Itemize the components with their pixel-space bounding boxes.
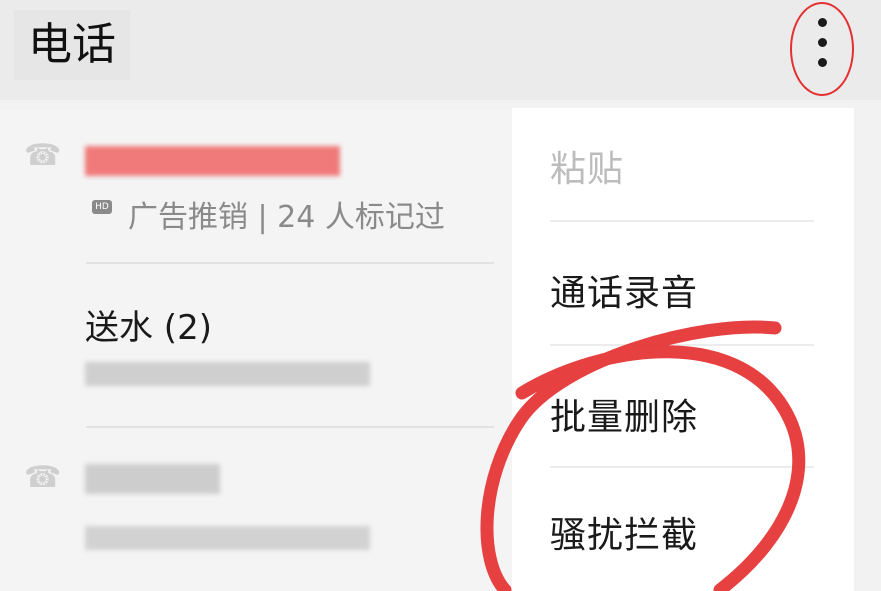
call-log-item[interactable]: ☎ HD 广告推销 | 24 人标记过 xyxy=(0,110,520,260)
call-log-list[interactable]: ☎ HD 广告推销 | 24 人标记过 送水 (2) ☎ xyxy=(0,110,520,591)
divider xyxy=(550,466,814,468)
divider xyxy=(86,262,494,264)
phone-icon: ☎ xyxy=(24,138,62,173)
overflow-menu: 粘贴 通话录音 批量删除 骚扰拦截 xyxy=(512,108,854,591)
divider xyxy=(86,426,494,428)
more-options-button[interactable] xyxy=(795,14,853,94)
menu-item-paste[interactable]: 粘贴 xyxy=(550,140,624,192)
menu-item-batch-delete[interactable]: 批量删除 xyxy=(550,388,698,440)
divider xyxy=(550,344,814,346)
call-meta: 广告推销 | 24 人标记过 xyxy=(128,200,445,235)
blurred-phone-number xyxy=(85,362,370,386)
more-vertical-icon xyxy=(818,18,827,27)
contact-name: 送水 (2) xyxy=(85,308,212,348)
call-log-item[interactable]: 送水 (2) xyxy=(0,270,520,420)
divider xyxy=(550,220,814,222)
menu-item-call-recording[interactable]: 通话录音 xyxy=(550,264,698,316)
blurred-phone-number xyxy=(85,526,370,550)
blurred-phone-number xyxy=(85,146,340,176)
call-log-item[interactable]: ☎ xyxy=(0,436,520,591)
hd-badge-icon: HD xyxy=(92,200,112,214)
blurred-contact-name xyxy=(85,464,220,494)
phone-icon: ☎ xyxy=(24,460,62,495)
app-header: 电话 xyxy=(0,0,881,100)
menu-item-harassment-block[interactable]: 骚扰拦截 xyxy=(550,506,698,558)
page-title: 电话 xyxy=(14,10,130,80)
